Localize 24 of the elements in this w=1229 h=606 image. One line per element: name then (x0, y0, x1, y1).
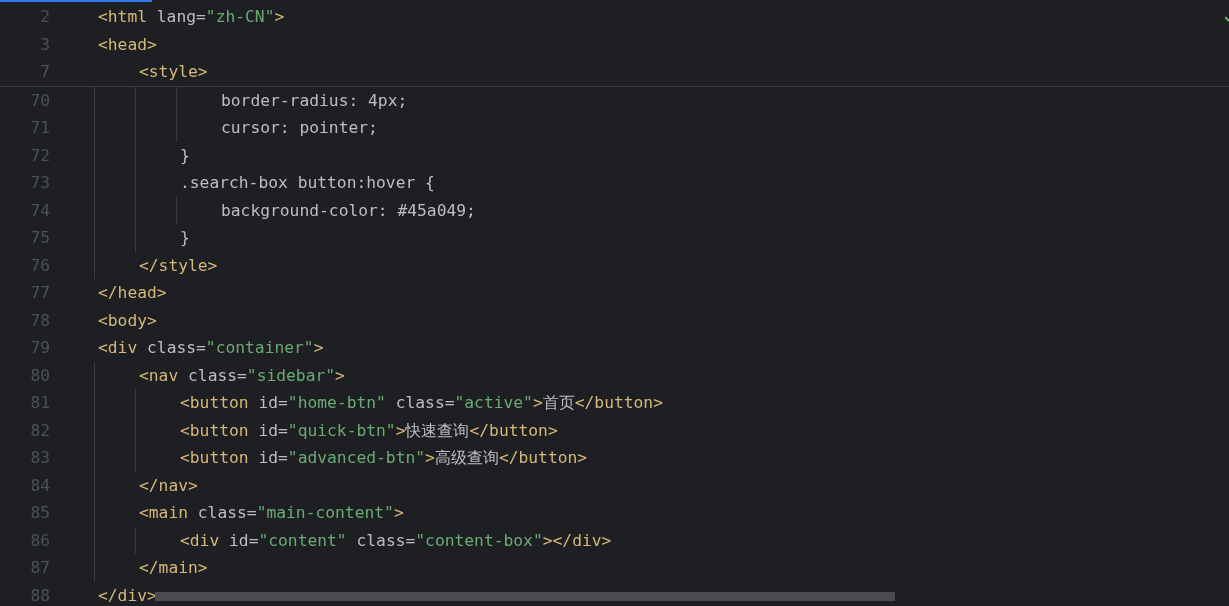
scrollbar[interactable] (155, 592, 895, 601)
code-line: } (179, 144, 190, 167)
code-line: <button id="home-btn" class="active">首页</button> (179, 392, 663, 414)
code-line: <main class="main-content"> (138, 502, 404, 524)
code-line: </style> (138, 254, 218, 277)
code-line: <button id="advanced-btn">高级查询</button> (179, 447, 588, 469)
code-line: <html lang="zh-CN"> (97, 6, 285, 28)
code-line: border-radius: 4px; (220, 89, 408, 112)
code-line: </nav> (138, 474, 198, 497)
code-line: <nav class="sidebar"> (138, 364, 345, 387)
code-line: .search-box button:hover { (179, 172, 435, 194)
code-line: <head> (97, 33, 157, 56)
code-line: cursor: pointer; (220, 117, 378, 139)
code-line: <button id="quick-btn">快速查询</button> (179, 419, 558, 442)
code-line: </head> (97, 282, 167, 304)
code-line: <div id="content" class="content-box"></div> (179, 529, 612, 552)
code-line: </div> (97, 584, 157, 606)
code-line: <style> (138, 61, 208, 83)
code-line: <body> (97, 309, 157, 332)
code-line: </main> (138, 557, 208, 579)
check-icon (1225, 14, 1229, 22)
code-line: <div class="container"> (97, 337, 324, 359)
code-line: } (179, 227, 190, 249)
code-line: background-color: #45a049; (220, 199, 476, 222)
